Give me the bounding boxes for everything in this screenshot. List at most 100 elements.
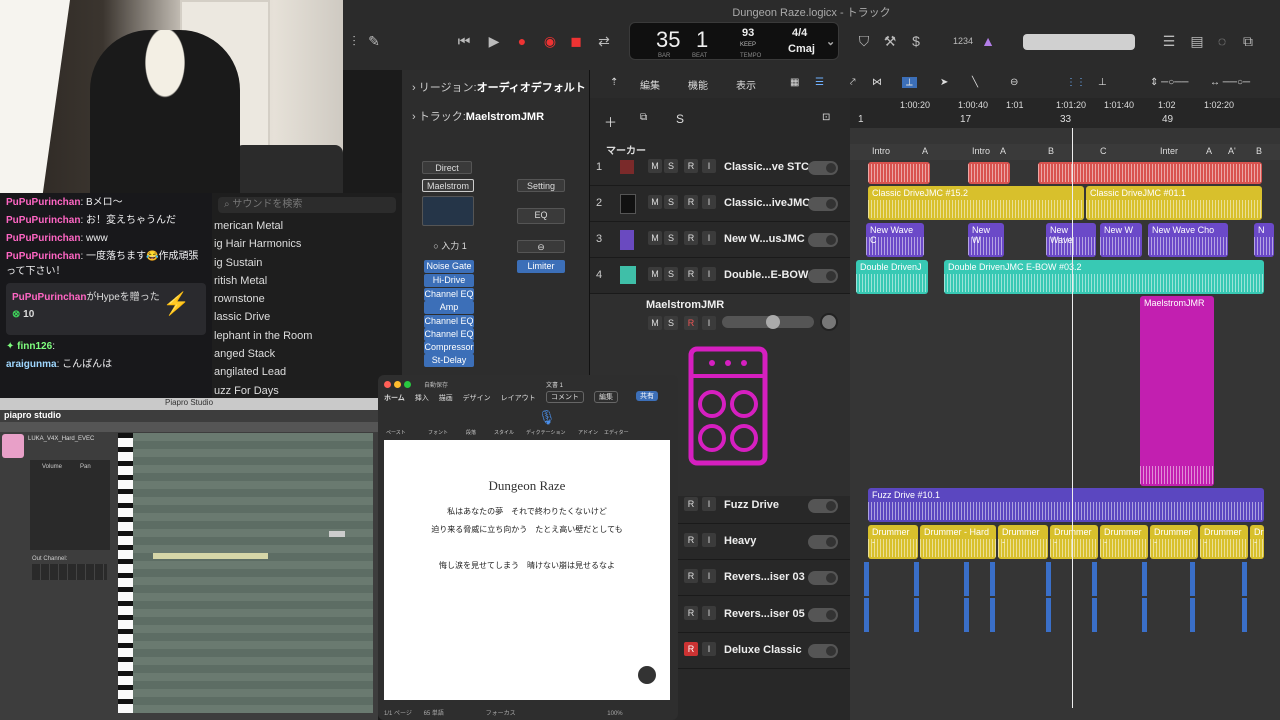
reverse-region[interactable] [1092,598,1097,632]
solo-button[interactable]: S [664,231,678,245]
eq-thumbnail[interactable] [422,196,474,226]
library-search-input[interactable]: ⌕ サウンドを検索 [218,197,396,213]
setting-button[interactable]: Setting [517,179,565,192]
timeline-ruler[interactable]: 1:00:20 1:00:40 1:01 1:01:20 1:01:40 1:02 1:02… [850,98,1280,128]
edit-menu[interactable]: 編集 [640,77,660,92]
input-monitor-button[interactable]: I [702,267,716,281]
reverse-region[interactable] [864,598,869,632]
solo-button[interactable]: S [664,159,678,173]
tab-layout[interactable]: レイアウト [501,395,536,402]
pan-knob[interactable] [820,313,838,331]
grid-icon[interactable]: ▦ [790,77,799,88]
reverse-region[interactable] [1092,562,1097,596]
audio-region[interactable]: New Wave Cho [1148,223,1228,257]
solo-button[interactable]: S [664,195,678,209]
library-item[interactable]: anged Stack [212,345,402,363]
document-page[interactable]: Dungeon Raze 私はあなたの夢 それで終わりたくないけど 迫り来る脅威… [384,440,670,700]
capture-record-icon[interactable]: ◉ [539,30,561,52]
plugin-slot[interactable]: Hi-Drive [424,274,474,287]
plugin-slot[interactable]: Channel EQ [424,315,474,328]
horizontal-zoom-slider[interactable]: ↔ ──○─ [1210,77,1250,88]
track-name[interactable]: Fuzz Drive [724,499,779,511]
track-on-toggle[interactable] [808,571,838,585]
waveform-zoom-icon[interactable]: ⋮⋮ [1066,77,1086,88]
track-on-toggle[interactable] [808,644,838,658]
record-enable-button[interactable]: R [684,569,698,583]
channel-selector[interactable] [32,564,107,580]
comment-button[interactable]: コメント [546,391,584,403]
region-inspector[interactable]: › リージョン:オーディオデフォルト [412,79,586,95]
cycle-icon[interactable]: ⇄ [593,30,615,52]
autosave-label[interactable]: 自動保存 [424,380,448,389]
reverse-region[interactable] [914,598,919,632]
track-name[interactable]: New W...usJMC [724,233,805,245]
tab-draw[interactable]: 描画 [439,395,453,402]
folder-icon[interactable]: ⊡ [822,112,830,123]
volume-slider[interactable] [722,315,814,329]
audio-region[interactable] [868,162,930,184]
close-icon[interactable] [384,381,391,388]
marker-item[interactable]: Inter [1160,146,1178,156]
reverse-region[interactable] [1242,598,1247,632]
track-on-toggle[interactable] [808,535,838,549]
marker-item[interactable]: B [1048,146,1054,156]
flex-icon[interactable]: ⋈ [872,77,882,88]
link-icon[interactable]: ⊖ [517,240,565,253]
track-name[interactable]: Classic...iveJMC [724,197,810,209]
audio-region[interactable] [968,162,1010,184]
library-item[interactable]: lassic Drive [212,308,402,326]
playhead[interactable] [1072,128,1073,708]
reverse-region[interactable] [1142,598,1147,632]
track-row[interactable]: 2 M S R I Classic...iveJMC [590,186,850,222]
font-button[interactable]: フォント [428,429,448,436]
pointer-tool-icon[interactable]: ➤ [940,77,948,88]
library-item[interactable]: angilated Lead [212,363,402,381]
back-icon[interactable]: ⇡ [610,77,618,88]
audio-region[interactable]: Fuzz Drive #10.1 [868,488,1264,522]
marker-item[interactable]: Intro [872,146,890,156]
input-monitor-button[interactable]: I [702,569,716,583]
automation-icon[interactable]: ⤤ [850,77,856,88]
record-enable-button[interactable]: R [684,642,698,656]
plugin-slot[interactable]: Compressor [424,341,474,354]
audio-region[interactable]: Classic DriveJMC #01.1 [1086,186,1262,220]
track-name[interactable]: Heavy [724,535,756,547]
reverse-region[interactable] [864,562,869,596]
audio-region[interactable]: New W [1100,223,1142,257]
focus-button[interactable]: フォーカス [486,711,516,717]
library-item[interactable]: ig Hair Harmonics [212,235,402,253]
function-menu[interactable]: 機能 [688,77,708,92]
audio-region[interactable]: New Wave C [866,223,924,257]
marker-item[interactable]: A' [1228,146,1236,156]
audio-region[interactable]: Drummer - [1250,525,1264,559]
mute-button[interactable]: M [648,231,662,245]
dollar-icon[interactable]: $ [905,30,927,52]
zoom-level[interactable]: 100% [607,711,622,717]
note-block[interactable] [153,553,268,559]
input-selector[interactable]: ○ 入力 1 [424,240,476,253]
library-item[interactable]: lephant in the Room [212,327,402,345]
audio-region[interactable]: Drummer - [1100,525,1148,559]
loops-icon[interactable]: ◌ [1211,30,1233,52]
track-name[interactable]: Revers...iser 05 [724,608,805,620]
note-block[interactable] [329,531,345,537]
library-item[interactable]: rownstone [212,290,402,308]
track-on-toggle[interactable] [808,269,838,283]
mute-button[interactable]: M [648,316,662,330]
record-enable-button[interactable]: R [684,606,698,620]
limiter-slot[interactable]: Limiter [517,260,565,273]
shield-icon[interactable]: ⛉ [853,30,875,52]
track-name[interactable]: Classic...ve STC [724,161,809,173]
marker-item[interactable]: C [1100,146,1107,156]
plugin-slot[interactable]: Amp [424,301,474,314]
library-item[interactable]: uzz For Days [212,382,402,398]
reverse-region[interactable] [1142,562,1147,596]
mute-button[interactable]: M [648,159,662,173]
marker-item[interactable]: A [922,146,928,156]
audio-region[interactable]: Drummer - [1200,525,1248,559]
volume-knob[interactable] [766,315,780,329]
duplicate-icon[interactable]: ⧉ [640,112,647,123]
reverse-region[interactable] [1046,562,1051,596]
input-monitor-button[interactable]: I [702,606,716,620]
addin-button[interactable]: アドイン [578,429,598,436]
